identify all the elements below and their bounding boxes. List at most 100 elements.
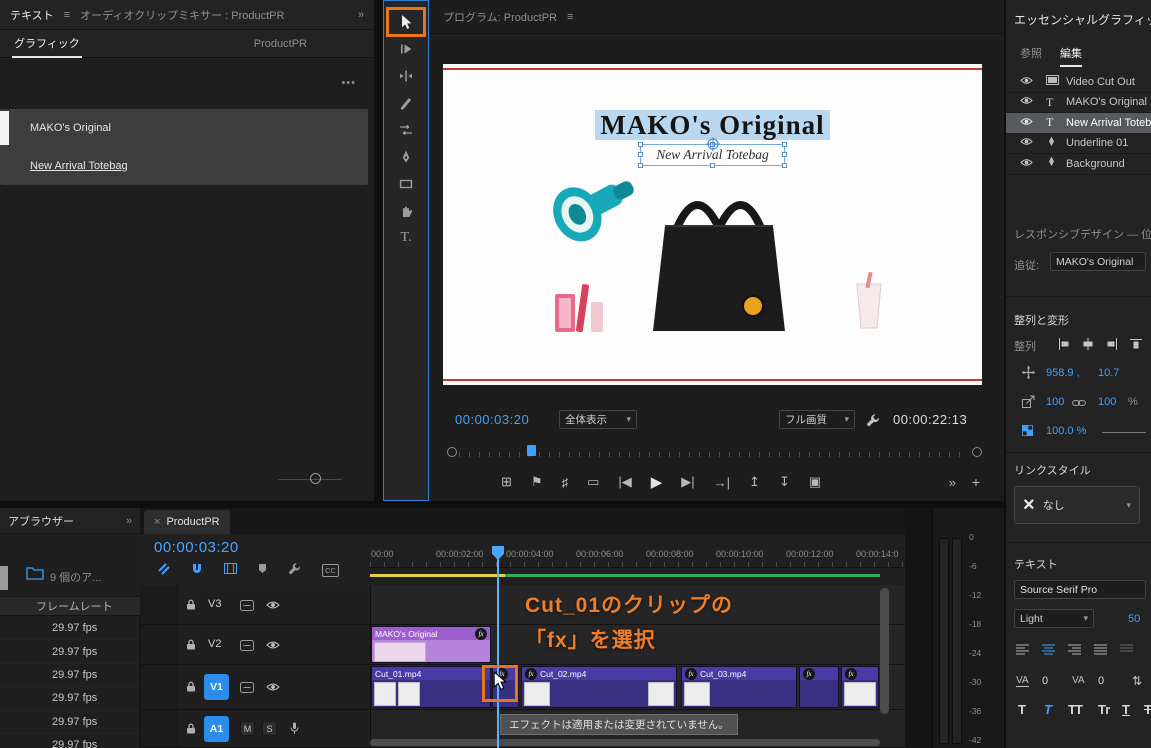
program-panel-menu-icon[interactable]: ≡ [567, 11, 573, 23]
type-tool[interactable]: T. [389, 226, 423, 250]
eg-layer-row-selected[interactable]: T New Arrival Toteb [1006, 113, 1151, 134]
sync-lock-icon[interactable] [240, 640, 254, 654]
mute-button[interactable]: M [240, 721, 255, 736]
fit-select[interactable]: 全体表示 ▾ [559, 410, 637, 429]
eg-layer-row[interactable]: Background [1006, 154, 1151, 175]
horizontal-scrollbar[interactable] [370, 739, 880, 746]
playhead-line[interactable] [497, 546, 499, 748]
transport-more-button[interactable]: » [949, 475, 956, 490]
position-crosshair-icon[interactable] [1022, 366, 1035, 382]
media-row[interactable]: 29.97 fps [0, 617, 139, 641]
track-output-eye-icon[interactable] [266, 600, 280, 613]
fx-badge[interactable]: fx [525, 667, 537, 680]
selection-handle[interactable] [782, 142, 787, 147]
eg-tab-browse[interactable]: 参照 [1020, 45, 1042, 61]
opacity-value[interactable]: 100.0 % [1046, 425, 1086, 437]
text-align-justify-icon[interactable] [1094, 644, 1107, 658]
track-select-forward-tool[interactable] [389, 37, 423, 61]
mark-in-out-button[interactable]: ♯ [562, 473, 569, 491]
safe-margins-button[interactable]: ▭ [587, 473, 599, 491]
font-style-select[interactable]: Light ▾ [1014, 609, 1094, 628]
linked-selection-icon[interactable] [158, 562, 170, 578]
track-output-eye-icon[interactable] [266, 682, 280, 695]
scrubber-right-handle[interactable] [972, 447, 982, 457]
scrubber-left-handle[interactable] [447, 447, 457, 457]
opacity-icon[interactable] [1022, 425, 1033, 439]
video-clip-cut02[interactable]: fx Cut_02.mp4 [521, 666, 677, 708]
position-x-value[interactable]: 958.9 , [1046, 367, 1080, 379]
razor-tool[interactable] [389, 91, 423, 115]
timeline-ruler[interactable]: 00:00 00:00:02:00 00:00:04:00 00:00:06:0… [370, 544, 905, 568]
scale-link-icon[interactable] [1072, 398, 1086, 410]
extract-button[interactable]: ↧ [779, 473, 790, 491]
fx-badge[interactable]: fx [475, 627, 487, 640]
video-clip-segment[interactable]: fx [841, 666, 879, 708]
fx-badge[interactable]: fx [803, 667, 815, 680]
font-size-value[interactable]: 50 [1128, 613, 1140, 625]
small-caps-button[interactable]: Tr [1098, 702, 1110, 717]
track-lock-icon[interactable] [186, 681, 196, 695]
all-caps-button[interactable]: TT [1068, 702, 1083, 717]
fx-badge[interactable]: fx [845, 667, 857, 680]
text-align-left-icon[interactable] [1016, 644, 1029, 658]
underline-button[interactable]: T [1122, 702, 1130, 717]
selection-tool[interactable] [386, 7, 426, 37]
faux-bold-button[interactable]: T [1018, 702, 1026, 717]
quality-select[interactable]: フル画質 ▾ [779, 410, 855, 429]
track-name-label[interactable]: V3 [208, 598, 221, 610]
snap-magnet-icon[interactable] [191, 563, 203, 578]
add-marker-button[interactable]: ⚑ [531, 473, 543, 491]
visibility-eye-icon[interactable] [1006, 158, 1046, 170]
track-output-eye-icon[interactable] [266, 640, 280, 653]
hand-tool[interactable] [389, 199, 423, 223]
comparison-view-button[interactable]: ⊞ [501, 473, 512, 491]
selection-handle[interactable] [709, 163, 715, 168]
media-row[interactable]: 29.97 fps [0, 640, 139, 664]
graphics-layer-item[interactable]: New Arrival Totebag [0, 147, 368, 185]
zoom-slider-knob[interactable] [310, 473, 321, 484]
sync-lock-icon[interactable] [240, 600, 254, 614]
position-y-value[interactable]: 10.7 [1098, 367, 1119, 379]
align-left-icon[interactable] [1058, 338, 1070, 353]
ripple-edit-tool[interactable] [389, 64, 423, 88]
add-button-to-bar[interactable]: + [972, 474, 980, 490]
track-name-label[interactable]: V2 [208, 638, 221, 650]
track-target-badge-v1[interactable]: V1 [204, 674, 229, 700]
export-frame-button[interactable]: ▣ [809, 473, 821, 491]
play-button[interactable]: ▶ [651, 473, 663, 491]
eg-layer-row[interactable]: T MAKO's Original [1006, 93, 1151, 113]
scrubber-playhead[interactable] [527, 445, 536, 456]
faux-italic-button[interactable]: T [1044, 702, 1052, 717]
canvas-subtitle-selection[interactable]: New Arrival Totebag [638, 137, 787, 168]
timeline-tab-productpr[interactable]: × ProductPR [144, 510, 230, 534]
track-v1-lane[interactable]: Cut_01.mp4 fx fx Cut_02.mp4 fx Cut_03.mp… [370, 665, 905, 710]
kerning-value[interactable]: 0 [1098, 675, 1104, 687]
eg-layer-row[interactable]: Video Cut Out [1006, 72, 1151, 93]
selection-handle[interactable] [782, 152, 787, 157]
settings-wrench-icon[interactable] [866, 413, 880, 427]
media-row[interactable]: 29.97 fps [0, 687, 139, 711]
close-icon[interactable]: × [154, 516, 160, 528]
rectangle-tool[interactable] [389, 172, 423, 196]
tab-graphics[interactable]: グラフィック [12, 30, 82, 58]
add-marker-icon[interactable] [258, 563, 267, 577]
canvas-title-text[interactable]: MAKO's Original [595, 110, 830, 140]
source-patch-zone[interactable] [140, 710, 178, 747]
media-column-header[interactable]: フレームレート [0, 596, 140, 616]
media-row[interactable]: 29.97 fps [0, 664, 139, 688]
scale-x-value[interactable]: 100 [1046, 396, 1064, 408]
text-align-center-icon[interactable] [1042, 644, 1055, 658]
graphics-layer-item[interactable]: MAKO's Original [0, 109, 368, 147]
strikethrough-button[interactable]: T [1144, 702, 1151, 717]
follow-select[interactable]: MAKO's Original [1050, 252, 1146, 271]
scale-icon[interactable] [1022, 395, 1035, 411]
panel-options-dots[interactable]: ••• [341, 77, 356, 89]
track-lock-icon[interactable] [186, 639, 196, 653]
selection-handle[interactable] [638, 152, 643, 157]
text-align-right-icon[interactable] [1068, 644, 1081, 658]
solo-button[interactable]: S [262, 721, 277, 736]
track-lock-icon[interactable] [186, 723, 196, 737]
media-browser-title[interactable]: アブラウザー [8, 513, 74, 529]
selection-handle[interactable] [782, 163, 787, 168]
track-lock-icon[interactable] [186, 599, 196, 613]
